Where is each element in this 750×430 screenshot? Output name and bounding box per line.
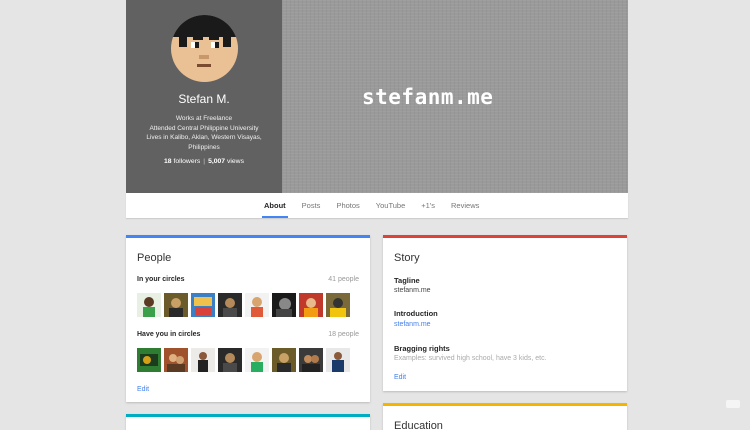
story-card: Story Tagline stefanm.me Introduction st…: [383, 235, 627, 391]
scroll-indicator[interactable]: [726, 400, 740, 408]
avatar[interactable]: [218, 348, 242, 372]
have-you-count[interactable]: 18 people: [328, 331, 359, 338]
avatar[interactable]: [137, 293, 161, 317]
profile-stats: 18 followers | 5,007 views: [164, 158, 244, 165]
avatar[interactable]: [299, 293, 323, 317]
followers-count: 18: [164, 158, 172, 165]
avatar[interactable]: [272, 293, 296, 317]
tab-photos[interactable]: Photos: [328, 193, 367, 218]
have-you-avatars: [137, 348, 350, 372]
tab-bar: About Posts Photos YouTube +1's Reviews: [126, 193, 628, 218]
profile-header: Stefan M. Works at Freelance Attended Ce…: [126, 0, 628, 193]
tab-posts[interactable]: Posts: [294, 193, 329, 218]
education-card-title: Education: [394, 420, 443, 430]
tab-youtube[interactable]: YouTube: [368, 193, 413, 218]
partial-card: [126, 414, 370, 430]
story-edit-link[interactable]: Edit: [394, 374, 406, 381]
followers-label[interactable]: followers: [173, 158, 200, 165]
avatar[interactable]: [191, 293, 215, 317]
introduction-label: Introduction: [394, 309, 438, 318]
avatar[interactable]: [326, 293, 350, 317]
avatar[interactable]: [326, 348, 350, 372]
tab-plusones[interactable]: +1's: [413, 193, 443, 218]
tab-about[interactable]: About: [256, 193, 294, 218]
have-you-label[interactable]: Have you in circles: [137, 331, 200, 338]
tagline-value: stefanm.me: [394, 287, 431, 294]
in-circles-header: In your circles 41 people: [137, 276, 359, 283]
profile-work: Works at Freelance: [175, 115, 233, 122]
tab-reviews[interactable]: Reviews: [443, 193, 487, 218]
views-label: views: [226, 158, 244, 165]
education-card: Education: [383, 403, 627, 430]
tagline-label: Tagline: [394, 276, 420, 285]
avatar[interactable]: [272, 348, 296, 372]
people-edit-link[interactable]: Edit: [137, 386, 149, 393]
avatar[interactable]: [245, 293, 269, 317]
have-you-header: Have you in circles 18 people: [137, 331, 359, 338]
profile-panel: Stefan M. Works at Freelance Attended Ce…: [126, 0, 282, 193]
profile-education: Attended Central Philippine University: [149, 124, 259, 132]
avatar[interactable]: [191, 348, 215, 372]
people-card-title: People: [137, 252, 172, 264]
cover-text: stefanm.me: [362, 85, 494, 109]
avatar[interactable]: [164, 348, 188, 372]
pixel-avatar-icon: [171, 15, 238, 82]
profile-details: Works at Freelance Attended Central Phil…: [134, 114, 274, 152]
story-card-title: Story: [394, 252, 420, 264]
in-circles-label[interactable]: In your circles: [137, 276, 184, 283]
in-circles-count[interactable]: 41 people: [328, 276, 359, 283]
profile-location: Lives in Kalibo, Aklan, Western Visayas,…: [146, 134, 262, 151]
bragging-rights-placeholder: Examples: survived high school, have 3 k…: [394, 355, 547, 362]
people-card: People In your circles 41 people Have yo…: [126, 235, 370, 402]
avatar[interactable]: [245, 348, 269, 372]
bragging-rights-label: Bragging rights: [394, 344, 450, 353]
avatar[interactable]: [218, 293, 242, 317]
cover-photo: stefanm.me: [282, 0, 628, 193]
avatar[interactable]: [164, 293, 188, 317]
in-circles-avatars: [137, 293, 350, 317]
avatar[interactable]: [299, 348, 323, 372]
avatar[interactable]: [137, 348, 161, 372]
introduction-link[interactable]: stefanm.me: [394, 321, 431, 328]
profile-name: Stefan M.: [178, 92, 230, 106]
tab-list: About Posts Photos YouTube +1's Reviews: [256, 193, 487, 218]
views-count: 5,007: [208, 158, 226, 165]
avatar[interactable]: [171, 15, 238, 82]
